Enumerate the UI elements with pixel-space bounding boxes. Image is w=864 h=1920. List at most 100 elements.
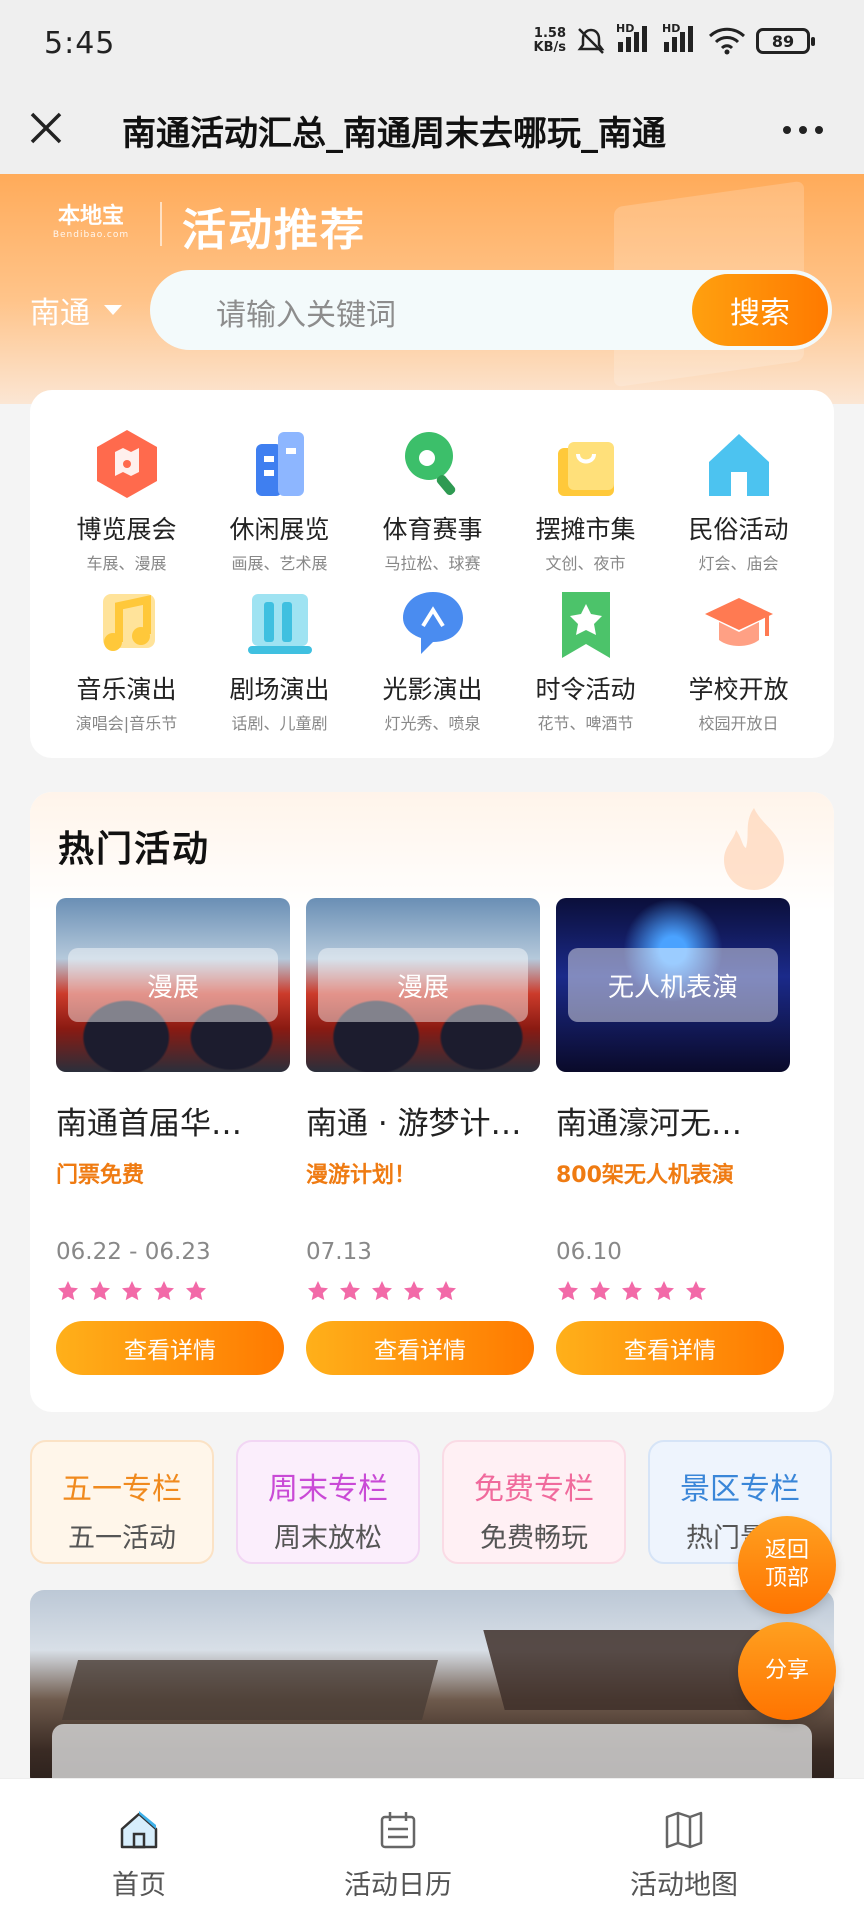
hero-banner: 本地宝 Bendibao.com 活动推荐 南通 请输入关键词 搜索 [0,174,864,404]
hot-activities-card: 热门活动 漫展 南通首届华… 门票免费 06.22 - 06.23 查看详情 漫展 南通 ·… [30,792,834,1412]
star-bookmark-icon [561,592,610,658]
status-time: 5:45 [44,26,116,61]
back-to-top-button[interactable]: 返回 顶部 [738,1516,836,1614]
column-title: 五一专栏 [62,1472,182,1507]
graduation-cap-icon [704,598,773,646]
music-note-icon [102,594,155,651]
activity-date: 06.10 [556,1239,622,1265]
section-title: 热门活动 [58,829,211,870]
category-label: 音乐演出 [76,675,177,704]
tab-map[interactable]: 活动地图 [630,1809,738,1902]
hot-activity-list: 漫展 南通首届华… 门票免费 06.22 - 06.23 查看详情 漫展 南通 · 游梦计…… [56,898,790,1375]
map-icon [665,1811,703,1849]
tab-label: 活动地图 [630,1870,738,1901]
special-column-card[interactable]: 免费专栏 免费畅玩 [442,1440,626,1564]
banner-image-roof [61,1660,439,1720]
house-icon [708,434,769,496]
column-subtitle: 五一活动 [68,1523,176,1554]
view-details-button[interactable]: 查看详情 [56,1321,284,1375]
category-label: 博览展会 [76,515,177,544]
city-label: 南通 [30,296,90,331]
bendibao-logo: 本地宝 Bendibao.com [52,203,130,240]
calendar-icon [380,1812,416,1849]
category-item[interactable]: 休闲展览 画展、艺术展 [203,426,356,576]
rating-stars [556,1279,790,1303]
activity-tag: 无人机表演 [568,948,778,1022]
category-item[interactable]: 体育赛事马拉松、球赛 [356,426,509,576]
search-button[interactable]: 搜索 [692,274,828,346]
category-item[interactable]: 时令活动 花节、啤酒节 [509,586,662,736]
star-icon [58,1281,78,1301]
status-bar: 5:45 1.58 KB/s HD HD 89 [0,0,864,88]
category-grid: 博览展会 车展、漫展 休闲展览 画展、艺术展 体育赛事 马拉松、球赛 摆摊市集 文创、夜市 民俗… [50,426,815,736]
search-input[interactable]: 请输入关键词 [216,290,396,334]
star-icon [654,1281,674,1301]
page-title: 南通活动汇总_南通周末去哪玩_南通 [122,114,666,154]
special-column-card[interactable]: 周末专栏 周末放松 [236,1440,420,1564]
title-bar: 南通活动汇总_南通周末去哪玩_南通 [0,88,864,174]
theater-icon [247,594,312,654]
chevron-down-icon [104,305,122,315]
activity-name: 南通首届华… [56,1106,242,1142]
category-item[interactable]: 音乐演出 演唱会|音乐节 [50,586,203,736]
ping-pong-icon [404,432,455,496]
activity-card[interactable]: 漫展 南通 · 游梦计… 漫游计划！ 07.13 查看详情 [306,898,540,1375]
activity-image[interactable]: 无人机表演 [556,898,790,1072]
activity-name: 南通濠河无… [556,1106,742,1142]
tab-label: 活动日历 [344,1870,452,1901]
activity-image[interactable]: 漫展 [306,898,540,1072]
more-options-icon[interactable] [778,110,828,150]
star-icon [372,1281,392,1301]
light-show-icon [402,592,463,654]
star-icon [590,1281,610,1301]
activity-date: 06.22 - 06.23 [56,1239,211,1265]
activity-card[interactable]: 无人机表演 南通濠河无… 800架无人机表演 06.10 查看详情 [556,898,790,1375]
activity-desc: 门票免费 [56,1163,145,1188]
search-bar[interactable]: 请输入关键词 搜索 [150,270,832,350]
wifi-icon [708,27,746,55]
category-label: 摆摊市集 [535,515,636,544]
rating-stars [306,1279,540,1303]
star-icon [686,1281,706,1301]
share-button[interactable]: 分享 [738,1622,836,1720]
category-subtitle: 校园开放日 [698,714,779,733]
view-details-button[interactable]: 查看详情 [556,1321,784,1375]
category-label: 光影演出 [382,675,483,704]
category-subtitle: 车展、漫展 [86,554,167,573]
category-label: 体育赛事 [382,515,483,544]
tab-label: 首页 [112,1870,166,1901]
special-column-card[interactable]: 五一专栏 五一活动 [30,1440,214,1564]
category-item[interactable]: 民俗活动 灯会、庙会 [662,426,815,576]
category-label: 民俗活动 [688,515,789,544]
category-item[interactable]: 摆摊市集 文创、夜市 [509,426,662,576]
star-icon [122,1281,142,1301]
category-item[interactable]: 学校开放 校园开放日 [662,586,815,736]
city-selector[interactable]: 南通 [30,288,122,332]
activity-name: 南通 · 游梦计… [306,1106,522,1142]
category-subtitle: 花节、啤酒节 [537,714,634,733]
activity-desc: 漫游计划！ [306,1163,417,1188]
category-subtitle: 灯会、庙会 [698,554,779,573]
tab-home[interactable]: 首页 [112,1809,166,1902]
category-item[interactable]: 剧场演出 话剧、儿童剧 [203,586,356,736]
star-icon [340,1281,360,1301]
special-columns: 五一专栏 五一活动 周末专栏 周末放松 免费专栏 免费畅玩 景区专栏 热门景区 [30,1440,832,1564]
column-title: 免费专栏 [474,1472,594,1507]
activity-image[interactable]: 漫展 [56,898,290,1072]
category-item[interactable]: 博览展会 车展、漫展 [50,426,203,576]
category-item[interactable]: 光影演出灯光秀、喷泉 [356,586,509,736]
star-icon [436,1281,456,1301]
category-label: 剧场演出 [229,675,330,704]
close-icon[interactable] [26,108,66,148]
category-label: 学校开放 [688,675,789,704]
activity-card[interactable]: 漫展南通首届华… 门票免费 06.22 - 06.23 查看详情 [56,898,290,1375]
category-subtitle: 灯光秀、喷泉 [384,714,481,733]
battery-indicator: 89 [756,28,815,54]
category-subtitle: 马拉松、球赛 [384,554,481,573]
star-icon [90,1281,110,1301]
star-icon [558,1281,578,1301]
promo-banner[interactable] [30,1590,834,1790]
mute-bell-icon [577,28,605,54]
tab-calendar[interactable]: 活动日历 [344,1809,452,1902]
view-details-button[interactable]: 查看详情 [306,1321,534,1375]
